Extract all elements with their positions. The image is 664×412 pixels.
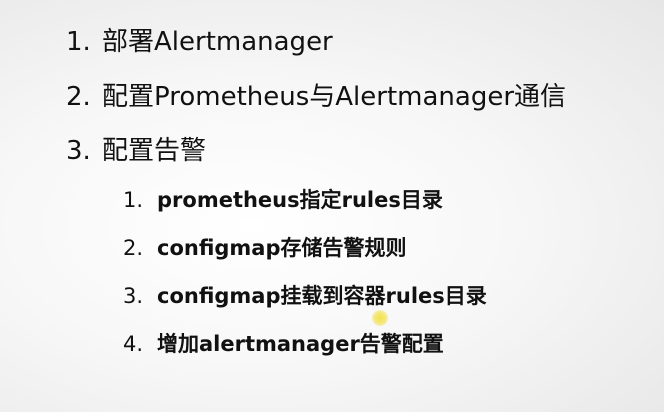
outline-subitem-text: configmap存储告警规则 (157, 236, 407, 260)
outline-subitem-2: 2. configmap存储告警规则 (123, 238, 407, 259)
outline-item-number: 1. (66, 27, 91, 57)
slide: 1. 部署Alertmanager 2. 配置Prometheus与Alertman… (0, 0, 664, 412)
outline-item-2: 2. 配置Prometheus与Alertmanager通信 (66, 84, 566, 110)
outline-item-3: 3. 配置告警 (66, 138, 206, 164)
outline-subitem-text: 增加alertmanager告警配置 (157, 332, 444, 356)
outline-subitem-4: 4. 增加alertmanager告警配置 (123, 334, 444, 355)
outline-item-number: 3. (66, 136, 91, 166)
outline-item-number: 2. (66, 82, 91, 112)
outline-subitem-text: prometheus指定rules目录 (157, 188, 443, 212)
outline-item-1: 1. 部署Alertmanager (66, 29, 333, 55)
outline-item-text: 部署Alertmanager (102, 27, 333, 57)
cursor-highlight-icon (372, 310, 388, 326)
outline-item-text: 配置告警 (102, 136, 207, 166)
outline-subitem-number: 1. (123, 188, 144, 212)
outline-subitem-number: 4. (123, 332, 144, 356)
outline-subitem-3: 3. configmap挂载到容器rules目录 (123, 286, 487, 307)
outline-subitem-text: configmap挂载到容器rules目录 (157, 284, 487, 308)
outline-item-text: 配置Prometheus与Alertmanager通信 (102, 82, 567, 112)
outline-subitem-number: 3. (123, 284, 144, 308)
outline-subitem-number: 2. (123, 236, 144, 260)
outline-subitem-1: 1. prometheus指定rules目录 (123, 190, 443, 211)
